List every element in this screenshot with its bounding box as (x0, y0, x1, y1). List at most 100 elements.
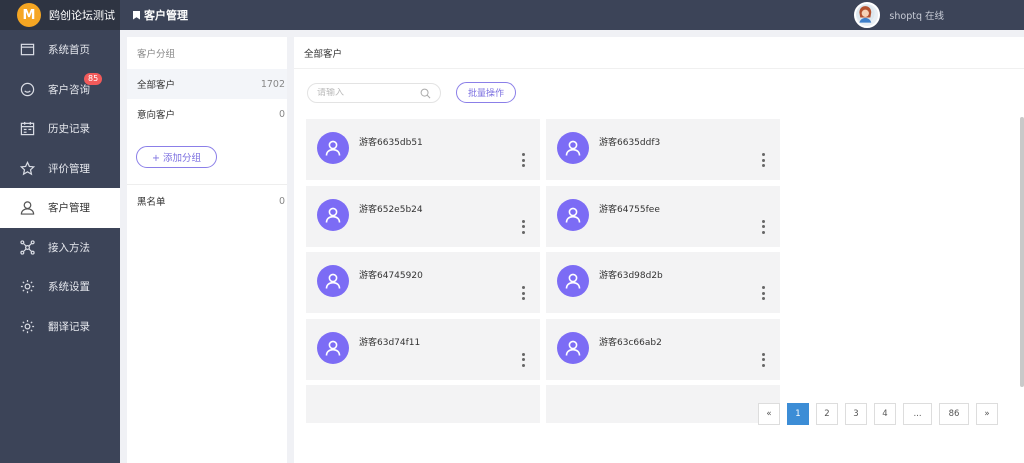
list-header: 全部客户 (294, 37, 1024, 69)
sidebar-item-label: 系统设置 (48, 281, 90, 294)
customer-avatar-icon (557, 132, 589, 164)
group-label: 全部客户 (137, 80, 176, 91)
top-bar: 客户管理 shoptq 在线 (120, 0, 1024, 30)
sidebar-item-integration[interactable]: 接入方法 (0, 228, 120, 268)
search-box[interactable] (307, 83, 441, 103)
page-title-text: 客户管理 (144, 9, 188, 22)
customer-name: 游客6635ddf3 (599, 138, 661, 148)
sidebar-item-translation[interactable]: 翻译记录 (0, 307, 120, 347)
gear-icon (19, 318, 35, 334)
add-group-button[interactable]: + 添加分组 (136, 146, 217, 168)
customer-name: 游客63c66ab2 (599, 337, 662, 348)
customer-card[interactable]: 游客63d98d2b (546, 252, 780, 313)
group-item-intent[interactable]: 意向客户 0 (127, 99, 287, 129)
sidebar-item-reviews[interactable]: 评价管理 (0, 149, 120, 189)
search-icon[interactable] (420, 88, 431, 99)
scrollbar[interactable] (1020, 117, 1024, 387)
brand-logo: M (17, 3, 41, 27)
last-page-button[interactable]: 86 (939, 403, 969, 425)
search-input[interactable] (317, 88, 417, 98)
customer-avatar-icon (557, 265, 589, 297)
sidebar-item-home[interactable]: 系统首页 (0, 30, 120, 70)
page-ellipsis: ... (903, 403, 932, 425)
sidebar-item-history[interactable]: 历史记录 (0, 109, 120, 149)
batch-action-button[interactable]: 批量操作 (456, 82, 516, 103)
more-vertical-icon[interactable] (520, 153, 526, 167)
sidebar-item-label: 翻译记录 (48, 320, 90, 333)
groups-header: 客户分组 (137, 49, 176, 60)
star-icon (19, 160, 35, 176)
sidebar-item-label: 客户管理 (48, 202, 90, 215)
sidebar-item-settings[interactable]: 系统设置 (0, 267, 120, 307)
customer-avatar-icon (317, 331, 349, 364)
page-title: 客户管理 (133, 7, 188, 23)
more-vertical-icon[interactable] (760, 153, 766, 167)
user-menu[interactable]: shoptq 在线 (854, 2, 944, 28)
divider (127, 184, 287, 185)
customer-name: 游客63d74f11 (359, 337, 421, 348)
page-1-button[interactable]: 1 (787, 403, 809, 425)
customer-card[interactable]: 游客64755fee (546, 185, 780, 247)
more-vertical-icon[interactable] (520, 286, 526, 300)
bookmark-icon (133, 10, 140, 20)
group-count: 0 (278, 195, 285, 207)
page-2-button[interactable]: 2 (816, 403, 838, 425)
customer-name: 游客63d98d2b (599, 271, 663, 281)
customer-card[interactable]: 游客6635ddf3 (546, 119, 780, 180)
sidebar: M 鸥创论坛测试 系统首页 客户咨询 85 历史记录 评价管理 客户管理 接入方… (0, 0, 120, 463)
customer-name: 游客6635db51 (359, 138, 423, 148)
customer-card[interactable]: 游客652e5b24 (306, 185, 540, 247)
network-icon (19, 239, 35, 255)
customer-name: 游客64755fee (599, 204, 660, 215)
group-item-blacklist[interactable]: 黑名单 0 (127, 186, 287, 216)
sidebar-item-label: 评价管理 (48, 162, 90, 175)
customer-avatar-icon (557, 331, 589, 364)
customer-card[interactable] (306, 385, 540, 423)
next-page-button[interactable]: » (976, 403, 998, 425)
sidebar-item-consult[interactable]: 客户咨询 85 (0, 70, 120, 110)
sidebar-item-label: 历史记录 (48, 123, 90, 136)
sidebar-item-customers[interactable]: 客户管理 (0, 188, 120, 228)
customer-card-grid: 游客6635db51 游客6635ddf3 游客652e5b24 游客64755fee… (306, 119, 786, 423)
user-icon (19, 200, 35, 216)
customer-card[interactable]: 游客64745920 (306, 252, 540, 313)
sidebar-item-label: 接入方法 (48, 241, 90, 254)
more-vertical-icon[interactable] (760, 219, 766, 234)
group-label: 意向客户 (137, 110, 176, 121)
brand-name: 鸥创论坛测试 (49, 9, 115, 22)
brand[interactable]: M 鸥创论坛测试 (0, 0, 120, 30)
customer-avatar-icon (317, 265, 349, 297)
group-count: 1702 (260, 78, 285, 90)
more-vertical-icon[interactable] (760, 352, 766, 367)
gear-icon (19, 279, 35, 295)
more-vertical-icon[interactable] (760, 286, 766, 300)
avatar[interactable] (854, 2, 881, 28)
user-status: shoptq 在线 (889, 11, 944, 22)
customer-card[interactable]: 游客63d74f11 (306, 318, 540, 380)
group-item-all[interactable]: 全部客户 1702 (127, 69, 287, 99)
sidebar-item-label: 客户咨询 (48, 83, 90, 96)
group-label: 黑名单 (137, 197, 166, 208)
prev-page-button[interactable]: « (758, 403, 780, 425)
group-count: 0 (278, 108, 285, 120)
customer-list-panel: 全部客户 批量操作 游客6635db51 游客6635ddf3 游客652e5b24… (294, 37, 1024, 463)
sidebar-item-label: 系统首页 (48, 44, 90, 57)
customer-card[interactable]: 游客63c66ab2 (546, 318, 780, 380)
customer-groups-panel: 客户分组 全部客户 1702 意向客户 0 + 添加分组 黑名单 0 (127, 37, 287, 463)
window-icon (19, 42, 35, 58)
calendar-icon (19, 121, 35, 137)
customer-card[interactable]: 游客6635db51 (306, 119, 540, 180)
more-vertical-icon[interactable] (520, 219, 526, 234)
smile-icon (19, 81, 35, 97)
customer-name: 游客64745920 (359, 271, 423, 281)
page-4-button[interactable]: 4 (874, 403, 896, 425)
customer-name: 游客652e5b24 (359, 204, 423, 215)
unread-badge: 85 (84, 72, 103, 85)
more-vertical-icon[interactable] (520, 352, 526, 367)
customer-avatar-icon (317, 198, 349, 231)
customer-avatar-icon (557, 198, 589, 231)
customer-card[interactable] (546, 385, 780, 423)
page-3-button[interactable]: 3 (845, 403, 867, 425)
pagination: « 1 2 3 4 ... 86 » (758, 403, 998, 425)
customer-avatar-icon (317, 132, 349, 164)
